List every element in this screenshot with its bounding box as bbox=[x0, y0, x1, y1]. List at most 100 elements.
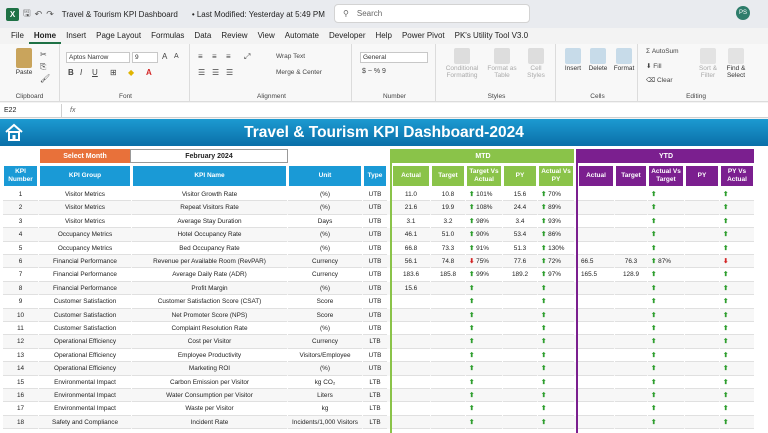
align-left-icon[interactable]: ☰ bbox=[198, 68, 205, 77]
arrow-up-icon: ⬆ bbox=[723, 378, 729, 386]
arrow-down-icon: ⬇ bbox=[723, 258, 729, 265]
home-icon[interactable] bbox=[4, 123, 24, 141]
align-top-icon[interactable]: ≡ bbox=[198, 52, 203, 61]
redo-icon[interactable]: ↷ bbox=[46, 9, 54, 20]
paste-button[interactable]: Paste bbox=[10, 48, 38, 76]
merge-center-button[interactable]: Merge & Center bbox=[276, 69, 322, 76]
tab-insert[interactable]: Insert bbox=[61, 28, 91, 44]
insert-cells-button[interactable]: Insert bbox=[562, 48, 584, 72]
styles-group: Conditional Formatting Format as Table C… bbox=[438, 44, 556, 102]
underline-button[interactable]: U bbox=[92, 68, 98, 77]
cell-g: Financial Performance bbox=[39, 255, 131, 269]
number-format-buttons[interactable]: $ ~ % 9 bbox=[362, 68, 386, 75]
tab-data[interactable]: Data bbox=[189, 28, 216, 44]
undo-icon[interactable]: ↶ bbox=[35, 9, 43, 20]
cell-mt: 51.0 bbox=[431, 228, 465, 242]
cell-g: Financial Performance bbox=[39, 268, 131, 282]
tab-developer[interactable]: Developer bbox=[324, 28, 370, 44]
cell-map: ⬆ bbox=[538, 335, 574, 349]
cell-mtv: ⬆ bbox=[466, 322, 502, 336]
avatar[interactable]: PS bbox=[736, 6, 750, 20]
cell-n: 14 bbox=[3, 362, 38, 376]
cell-yav: ⬆ bbox=[648, 228, 684, 242]
cell-mt bbox=[431, 322, 465, 336]
number-format-select[interactable]: General bbox=[360, 52, 428, 63]
cell-yp bbox=[685, 349, 719, 363]
tab-file[interactable]: File bbox=[6, 28, 29, 44]
cell-k: Marketing ROI bbox=[132, 362, 287, 376]
font-size-select[interactable]: 9 bbox=[132, 52, 158, 63]
cell-u: (%) bbox=[288, 228, 362, 242]
cell-map: ⬆ 130% bbox=[538, 242, 574, 255]
cell-yav: ⬆ bbox=[648, 389, 684, 403]
cell-t: UTB bbox=[363, 242, 387, 255]
align-bottom-icon[interactable]: ≡ bbox=[226, 52, 231, 61]
cell-ma: 3.1 bbox=[392, 215, 430, 229]
cell-ma bbox=[392, 362, 430, 376]
arrow-up-icon: ⬆ bbox=[541, 351, 547, 359]
dashboard-title: Travel & Tourism KPI Dashboard-2024 bbox=[244, 123, 524, 141]
italic-button[interactable]: I bbox=[80, 68, 82, 77]
cell-k: Average Stay Duration bbox=[132, 215, 287, 229]
find-select-label: Find & Select bbox=[726, 65, 746, 79]
cut-icon[interactable]: ✂ bbox=[40, 50, 47, 59]
increase-font-icon[interactable]: A bbox=[162, 52, 167, 61]
cell-k: Cost per Visitor bbox=[132, 335, 287, 349]
tab-pk-s-utility-tool-v3-0[interactable]: PK's Utility Tool V3.0 bbox=[450, 28, 533, 44]
tab-automate[interactable]: Automate bbox=[280, 28, 324, 44]
tab-formulas[interactable]: Formulas bbox=[146, 28, 189, 44]
tab-power-pivot[interactable]: Power Pivot bbox=[397, 28, 450, 44]
borders-icon[interactable]: ⊞ bbox=[110, 68, 117, 77]
cell-ypa: ⬆ bbox=[720, 362, 754, 376]
search-box[interactable]: ⚲ Search bbox=[334, 4, 530, 23]
autosum-button[interactable]: Σ AutoSum bbox=[646, 48, 679, 55]
cell-map: ⬆ bbox=[538, 402, 574, 416]
clear-button[interactable]: ⌫ Clear bbox=[646, 76, 673, 84]
tab-review[interactable]: Review bbox=[216, 28, 252, 44]
cell-ma bbox=[392, 349, 430, 363]
delete-cells-button[interactable]: Delete bbox=[586, 48, 610, 72]
format-label: Format bbox=[613, 65, 635, 72]
conditional-formatting-button[interactable]: Conditional Formatting bbox=[442, 48, 482, 79]
fill-button[interactable]: ⬇ Fill bbox=[646, 62, 662, 70]
format-as-table-button[interactable]: Format as Table bbox=[486, 48, 518, 79]
find-select-button[interactable]: Find & Select bbox=[722, 48, 750, 79]
format-painter-icon[interactable]: 🖌 bbox=[40, 74, 50, 83]
header-map: Actual Vs PY bbox=[538, 165, 574, 187]
tab-view[interactable]: View bbox=[253, 28, 280, 44]
font-color-icon[interactable]: A bbox=[146, 68, 152, 77]
month-selector[interactable]: February 2024 bbox=[130, 149, 288, 163]
fill-color-icon[interactable]: ◆ bbox=[128, 68, 134, 77]
wrap-text-button[interactable]: Wrap Text bbox=[276, 53, 305, 60]
cell-ya bbox=[578, 309, 614, 322]
select-month-label: Select Month bbox=[40, 149, 130, 163]
tab-home[interactable]: Home bbox=[28, 28, 62, 44]
cell-n: 10 bbox=[3, 309, 38, 322]
cell-ya: 165.5 bbox=[578, 268, 614, 282]
align-middle-icon[interactable]: ≡ bbox=[212, 52, 217, 61]
cell-mp: 53.4 bbox=[503, 228, 537, 242]
sort-filter-button[interactable]: Sort & Filter bbox=[694, 48, 722, 79]
cell-map: ⬆ 70% bbox=[538, 188, 574, 202]
clear-label: Clear bbox=[657, 77, 673, 84]
cell-yav: ⬆ bbox=[648, 335, 684, 349]
name-box[interactable]: E22 bbox=[0, 103, 62, 117]
cell-yp bbox=[685, 335, 719, 349]
font-family-select[interactable]: Aptos Narrow bbox=[66, 52, 130, 63]
cell-styles-button[interactable]: Cell Styles bbox=[522, 48, 550, 79]
save-icon[interactable]: 🖫 bbox=[23, 6, 31, 22]
orientation-icon[interactable]: ⤢ bbox=[244, 52, 250, 62]
align-center-icon[interactable]: ☰ bbox=[212, 68, 219, 77]
bold-button[interactable]: B bbox=[68, 68, 74, 77]
align-right-icon[interactable]: ☰ bbox=[226, 68, 233, 77]
cell-yp bbox=[685, 188, 719, 202]
cell-ya: 66.5 bbox=[578, 255, 614, 269]
cell-k: Profit Margin bbox=[132, 282, 287, 296]
fx-icon[interactable]: fx bbox=[70, 107, 75, 114]
format-cells-button[interactable]: Format bbox=[612, 48, 636, 72]
copy-icon[interactable]: ⎘ bbox=[40, 62, 46, 72]
cell-n: 17 bbox=[3, 402, 38, 416]
decrease-font-icon[interactable]: A bbox=[174, 53, 179, 60]
tab-help[interactable]: Help bbox=[370, 28, 396, 44]
tab-page-layout[interactable]: Page Layout bbox=[91, 28, 146, 44]
